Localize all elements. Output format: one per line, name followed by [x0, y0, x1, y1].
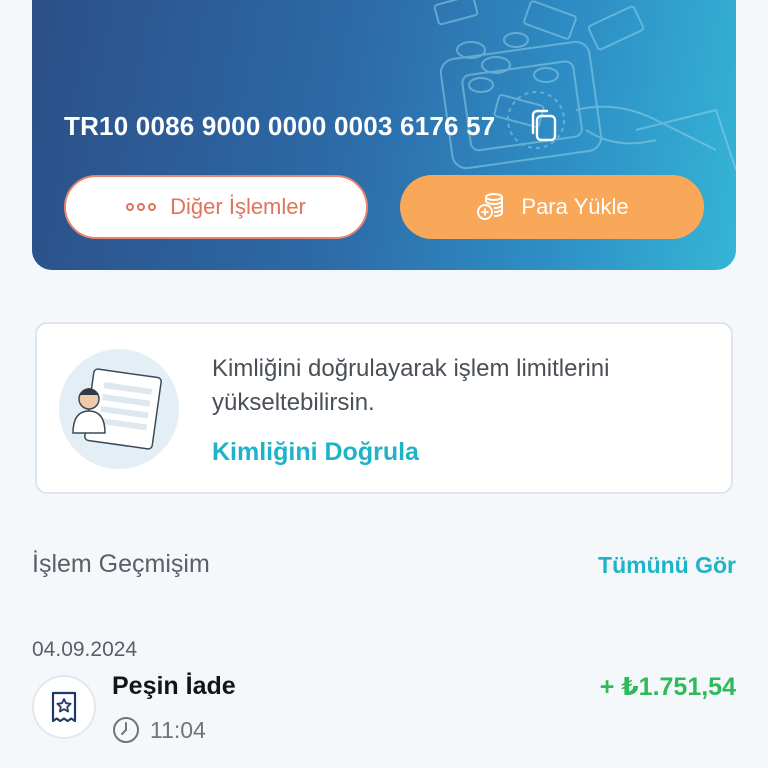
- verify-identity-link[interactable]: Kimliğini Doğrula: [212, 438, 419, 467]
- transaction-time: 11:04: [112, 716, 206, 744]
- clock-icon: [113, 717, 139, 743]
- transaction-row[interactable]: Peşin İade 11:04 + ₺1.751,54: [32, 672, 736, 752]
- iban-row: TR10 0086 9000 0000 0003 6176 57: [64, 108, 561, 144]
- load-money-label: Para Yükle: [521, 194, 629, 219]
- see-all-link[interactable]: Tümünü Gör: [598, 552, 736, 579]
- load-money-button[interactable]: Para Yükle: [400, 175, 704, 239]
- identity-verification-card: Kimliğini doğrulayarak işlem limitlerini…: [35, 322, 733, 494]
- copy-icon[interactable]: [527, 108, 561, 144]
- account-card: TR10 0086 9000 0000 0003 6176 57 Diğer İ…: [32, 0, 736, 270]
- transaction-amount: + ₺1.751,54: [599, 673, 736, 701]
- coins-icon: [477, 193, 504, 220]
- other-actions-label: Diğer İşlemler: [170, 194, 306, 219]
- verification-message: Kimliğini doğrulayarak işlem limitlerini…: [212, 355, 610, 416]
- transaction-date: 04.09.2024: [32, 638, 138, 661]
- action-buttons: Diğer İşlemler Para Yükle: [64, 175, 704, 239]
- id-card-illustration: [59, 349, 179, 469]
- iban-text: TR10 0086 9000 0000 0003 6176 57: [64, 110, 496, 141]
- receipt-star-icon: [32, 675, 96, 739]
- other-actions-button[interactable]: Diğer İşlemler: [64, 175, 368, 239]
- more-dots-icon: [126, 203, 157, 211]
- history-title: İşlem Geçmişim: [32, 550, 210, 578]
- transaction-name: Peşin İade: [112, 672, 236, 700]
- transaction-time-text: 11:04: [150, 716, 206, 743]
